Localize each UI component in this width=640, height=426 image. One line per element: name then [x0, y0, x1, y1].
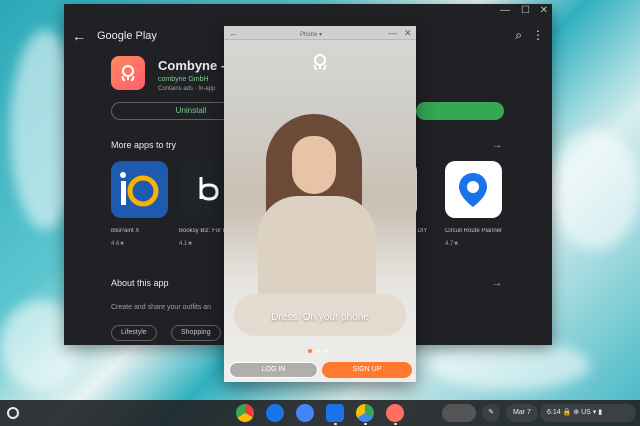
running-indicator [394, 423, 397, 425]
window-titlebar: — ☐ ✕ [64, 4, 552, 18]
messages-icon[interactable] [266, 404, 284, 422]
more-apps-arrow-icon[interactable]: → [492, 140, 502, 151]
chip-lifestyle[interactable]: Lifestyle [111, 325, 157, 341]
combyne-logo-icon [310, 52, 330, 77]
tile-rating: 4.7★ [445, 241, 459, 247]
lock-icon: 🔒 [562, 409, 572, 416]
wifi-icon: ▾ [592, 409, 597, 416]
map-pin-icon [459, 173, 487, 207]
login-button[interactable]: LOG IN [229, 362, 318, 378]
battery-icon: ▮ [598, 409, 603, 416]
notification-icon: ⊕ [573, 409, 582, 416]
close-button[interactable]: ✕ [404, 27, 412, 39]
about-description: Create and share your outfits an [111, 304, 212, 311]
tile-label: Circuit Route Planner [445, 228, 503, 234]
tile-rating: 4.1★ [179, 241, 193, 247]
date-tray[interactable]: Mar 7 [506, 404, 538, 422]
input-locale: US [581, 409, 591, 416]
play-store-icon[interactable] [356, 404, 374, 422]
store-title: Google Play [97, 30, 157, 42]
close-button[interactable]: ✕ [540, 6, 548, 16]
files-icon[interactable] [326, 404, 344, 422]
tile-rating: 4.6★ [111, 241, 125, 247]
app-titlebar: ← Phone ▾ — ✕ [224, 26, 416, 40]
chrome-icon[interactable] [236, 404, 254, 422]
about-arrow-icon[interactable]: → [492, 278, 502, 289]
ibispaint-icon [120, 172, 159, 207]
page-dot [308, 349, 312, 353]
running-indicator [334, 423, 337, 425]
holding-space-thumbnails[interactable] [442, 404, 476, 422]
shelf: ✎ Mar 7 6:14 🔒 ⊕ US ▾ ▮ [0, 400, 640, 426]
launcher-button[interactable] [7, 407, 19, 419]
more-vert-icon[interactable]: ⋮ [532, 28, 544, 42]
app-icon [111, 56, 145, 90]
clock-time: 6:14 [547, 409, 561, 416]
tagline: Dress. On your phone [271, 312, 369, 323]
developer-link[interactable]: combyne GmbH [158, 76, 209, 83]
back-arrow-icon[interactable]: ← [229, 27, 238, 39]
combyne-logo-icon [121, 65, 135, 81]
page-dot [316, 349, 320, 353]
minimize-button[interactable]: — [500, 6, 510, 16]
back-arrow-icon[interactable]: ← [72, 28, 86, 44]
chip-shopping[interactable]: Shopping [171, 325, 221, 341]
search-icon[interactable]: ⌕ [515, 28, 522, 43]
signup-button[interactable]: SIGN UP [322, 362, 412, 378]
maximize-button[interactable]: ☐ [521, 6, 530, 16]
app-tile-ibispaint[interactable] [111, 161, 168, 218]
about-title: About this app [111, 278, 169, 288]
minimize-button[interactable]: — [388, 27, 397, 39]
page-indicator [308, 349, 328, 353]
tile-label: ibisPaint X [111, 228, 140, 234]
stylus-pen-icon[interactable]: ✎ [482, 404, 500, 422]
app-meta: Contains ads · In-app [158, 86, 216, 92]
app-tile-circuit[interactable] [445, 161, 502, 218]
combyne-app-window: ← Phone ▾ — ✕ Dress. On your phone LOG I… [224, 26, 416, 382]
open-button[interactable] [416, 102, 504, 120]
running-indicator [364, 423, 367, 425]
more-apps-title: More apps to try [111, 140, 177, 150]
app-name: Combyne - [158, 58, 226, 73]
combyne-icon[interactable] [386, 404, 404, 422]
status-tray[interactable]: 6:14 🔒 ⊕ US ▾ ▮ [540, 404, 636, 422]
clock-icon[interactable] [296, 404, 314, 422]
page-dot [324, 349, 328, 353]
window-size-dropdown[interactable]: Phone ▾ [300, 29, 322, 41]
